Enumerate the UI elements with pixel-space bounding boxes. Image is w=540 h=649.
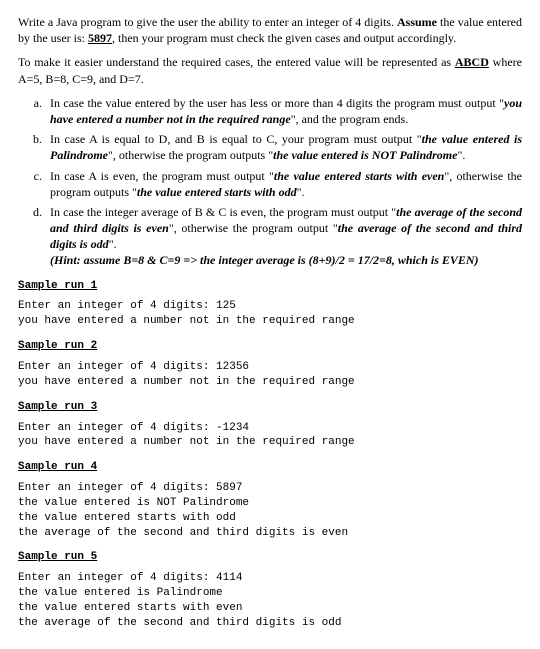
- list-marker: c.: [18, 168, 50, 200]
- sample-run-3-body: Enter an integer of 4 digits: -1234 you …: [18, 421, 522, 451]
- output-text: the value entered starts with even: [274, 169, 444, 183]
- sample-run-1-heading: Sample run 1: [18, 279, 522, 294]
- sample-run-4-body: Enter an integer of 4 digits: 5897 the v…: [18, 481, 522, 540]
- text: ".: [109, 237, 117, 251]
- list-body: In case the integer average of B & C is …: [50, 204, 522, 269]
- list-marker: d.: [18, 204, 50, 269]
- sample-run-1-body: Enter an integer of 4 digits: 125 you ha…: [18, 299, 522, 329]
- abcd-label: ABCD: [455, 55, 489, 69]
- text: ", otherwise the program output ": [169, 221, 338, 235]
- list-item-c: c. In case A is even, the program must o…: [18, 168, 522, 200]
- text: ", otherwise the program outputs ": [108, 148, 273, 162]
- sample-run-2-heading: Sample run 2: [18, 339, 522, 354]
- text: ".: [297, 185, 305, 199]
- sample-run-5-body: Enter an integer of 4 digits: 4114 the v…: [18, 571, 522, 630]
- list-marker: a.: [18, 95, 50, 127]
- intro-paragraph-1: Write a Java program to give the user th…: [18, 14, 522, 46]
- text: In case A is equal to D, and B is equal …: [50, 132, 422, 146]
- text: , then your program must check the given…: [112, 31, 456, 45]
- text: In case the value entered by the user ha…: [50, 96, 504, 110]
- output-text: the value entered starts with odd: [137, 185, 297, 199]
- list-item-d: d. In case the integer average of B & C …: [18, 204, 522, 269]
- text: To make it easier understand the require…: [18, 55, 455, 69]
- text: ", and the program ends.: [291, 112, 409, 126]
- sample-run-4-heading: Sample run 4: [18, 460, 522, 475]
- requirements-list: a. In case the value entered by the user…: [18, 95, 522, 269]
- list-body: In case A is equal to D, and B is equal …: [50, 131, 522, 163]
- intro-paragraph-2: To make it easier understand the require…: [18, 54, 522, 86]
- list-marker: b.: [18, 131, 50, 163]
- hint-text: (Hint: assume B=8 & C=9 => the integer a…: [50, 253, 479, 267]
- text: Write a Java program to give the user th…: [18, 15, 397, 29]
- sample-run-3-heading: Sample run 3: [18, 400, 522, 415]
- example-value: 5897: [88, 31, 112, 45]
- list-item-b: b. In case A is equal to D, and B is equ…: [18, 131, 522, 163]
- sample-run-2-body: Enter an integer of 4 digits: 12356 you …: [18, 360, 522, 390]
- sample-run-5-heading: Sample run 5: [18, 550, 522, 565]
- list-body: In case the value entered by the user ha…: [50, 95, 522, 127]
- list-item-a: a. In case the value entered by the user…: [18, 95, 522, 127]
- assume-word: Assume: [397, 15, 437, 29]
- text: In case A is even, the program must outp…: [50, 169, 274, 183]
- text: In case the integer average of B & C is …: [50, 205, 396, 219]
- text: ".: [457, 148, 465, 162]
- list-body: In case A is even, the program must outp…: [50, 168, 522, 200]
- output-text: the value entered is NOT Palindrome: [273, 148, 457, 162]
